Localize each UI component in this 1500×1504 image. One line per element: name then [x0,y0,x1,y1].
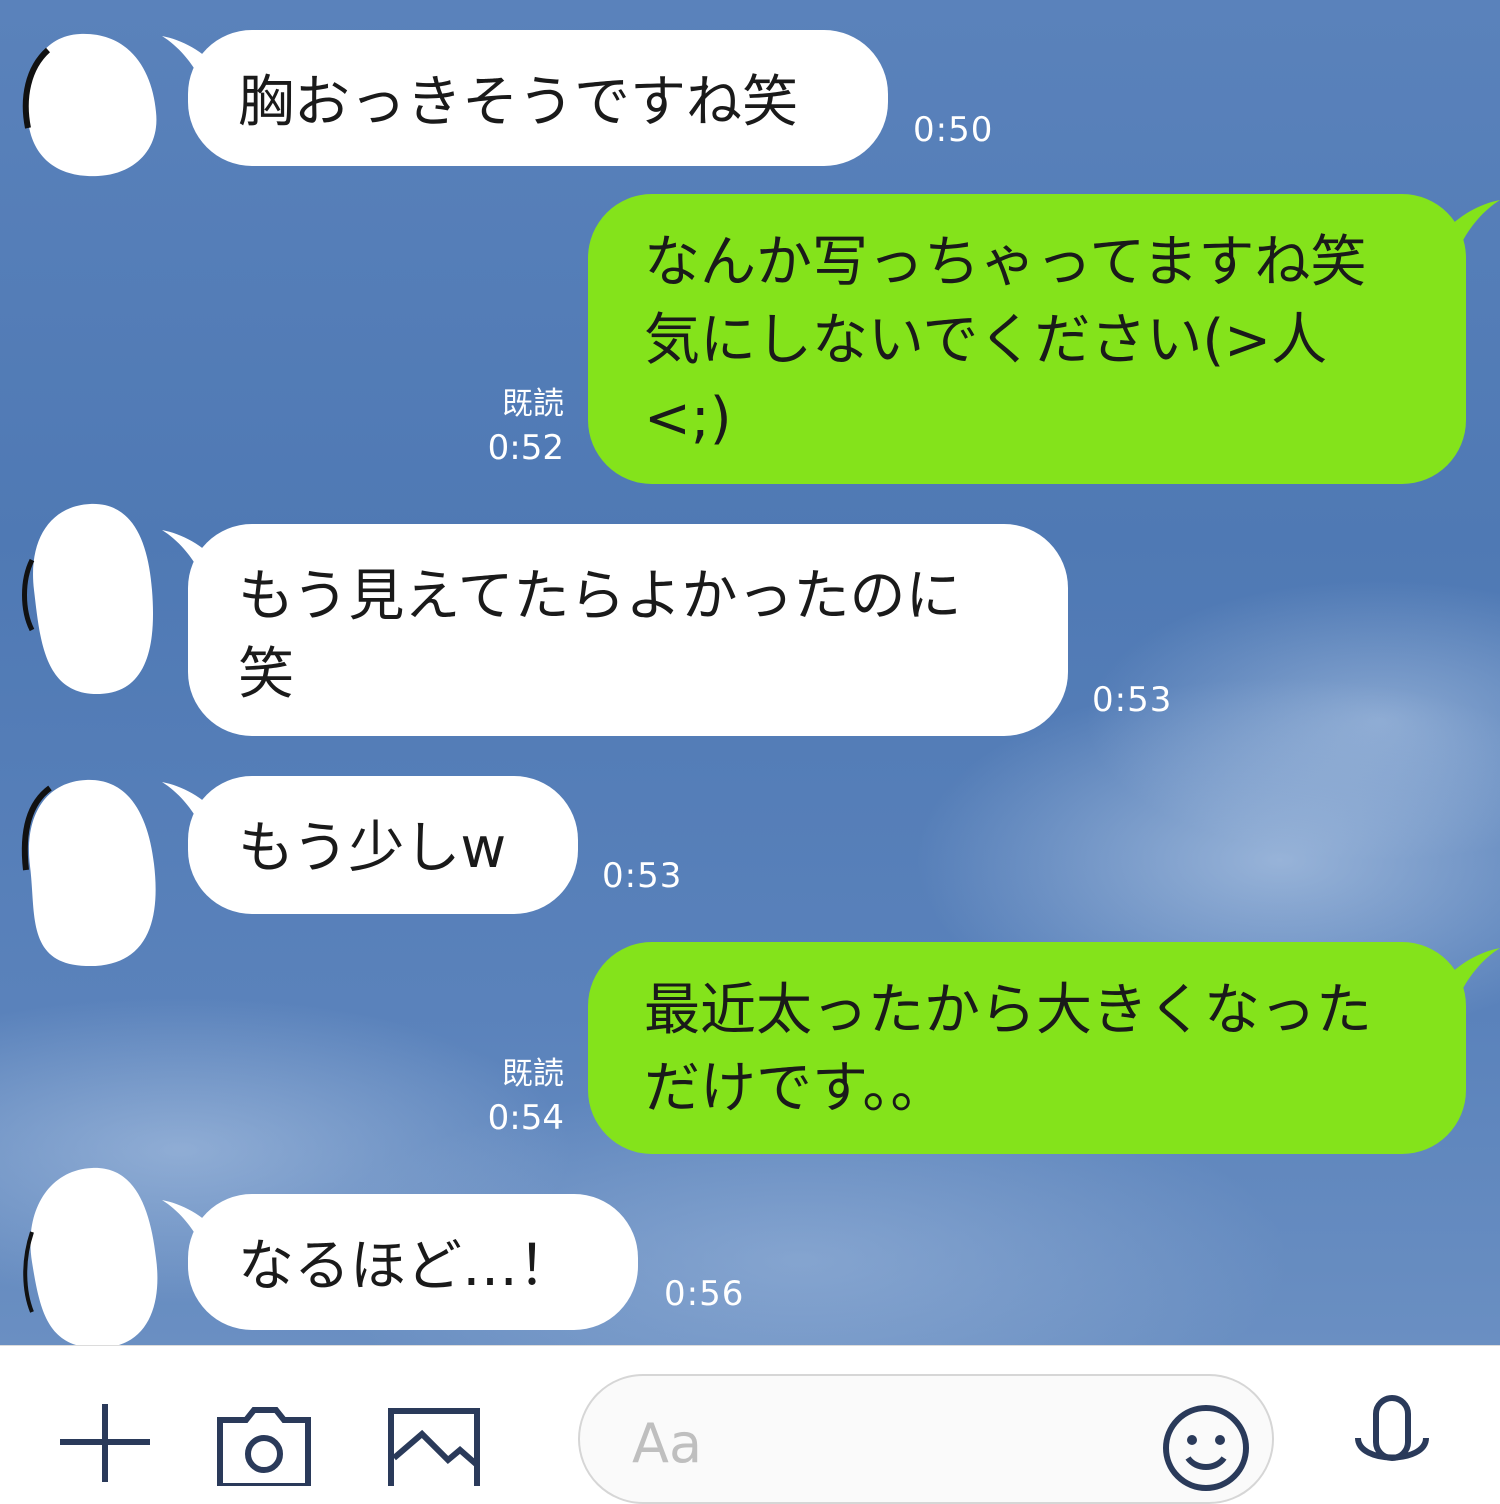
message-input[interactable]: Aa [578,1374,1274,1504]
avatar[interactable] [16,774,166,970]
image-icon[interactable] [388,1408,480,1486]
message-input-placeholder: Aa [632,1412,703,1475]
message-time: 0:53 [1092,680,1173,720]
message-time: 0:56 [664,1274,745,1314]
chat-area: 胸おっきそうですね笑 0:50 なんか写っちゃってますね笑 気にしないでください… [0,0,1500,1345]
message-bubble-incoming[interactable]: もう見えてたらよかったのに 笑 [188,524,1068,736]
read-label: 既読 [502,386,564,422]
smiley-icon[interactable] [1160,1402,1252,1494]
message-bubble-incoming[interactable]: 胸おっきそうですね笑 [188,30,888,166]
message-time: 0:52 [487,428,564,468]
avatar[interactable] [18,28,168,184]
message-bubble-outgoing[interactable]: なんか写っちゃってますね笑 気にしないでください(>人 <;) [588,194,1466,484]
message-bubble-incoming[interactable]: もう少しw [188,776,578,914]
message-time: 0:53 [602,856,683,896]
plus-icon[interactable] [58,1402,152,1482]
message-time: 0:50 [913,110,994,150]
message-time: 0:54 [487,1098,564,1138]
microphone-icon[interactable] [1352,1394,1432,1474]
camera-icon[interactable] [216,1406,312,1486]
read-receipt: 既読 0:54 [470,1052,564,1140]
message-bubble-outgoing[interactable]: 最近太ったから大きくなった だけです。。 [588,942,1466,1154]
read-label: 既読 [502,1056,564,1092]
message-composer: Aa [0,1345,1500,1504]
avatar[interactable] [18,1162,168,1345]
avatar[interactable] [20,500,160,700]
message-bubble-incoming[interactable]: なるほど…！ [188,1194,638,1330]
read-receipt: 既読 0:52 [470,382,564,470]
